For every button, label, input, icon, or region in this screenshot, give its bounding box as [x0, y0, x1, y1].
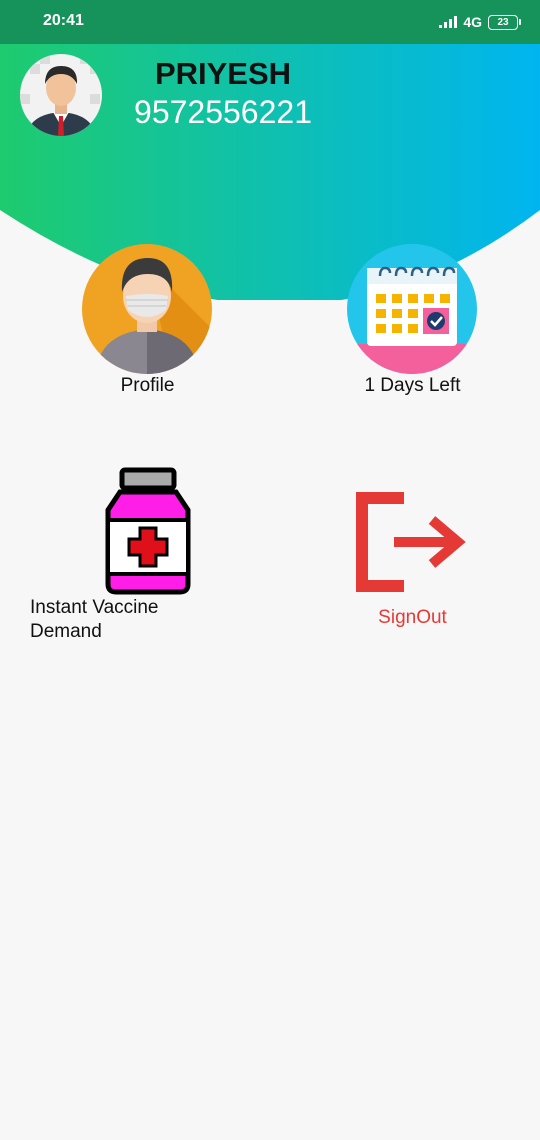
- status-time: 20:41: [43, 12, 84, 29]
- instant-vaccine-demand-button[interactable]: Instant Vaccine Demand: [28, 466, 228, 646]
- profile-button[interactable]: Profile: [60, 242, 235, 402]
- masked-person-icon: [82, 244, 212, 374]
- signout-button[interactable]: SignOut: [340, 490, 490, 640]
- network-type: 4G: [463, 14, 482, 30]
- instant-vaccine-demand-label: Instant Vaccine Demand: [30, 597, 159, 642]
- calendar-icon: [347, 244, 477, 374]
- days-left-label: 1 Days Left: [364, 375, 461, 396]
- exit-icon: [356, 492, 466, 592]
- medicine-bottle-icon: [105, 467, 191, 595]
- days-left-button[interactable]: 1 Days Left: [330, 242, 495, 402]
- signout-label: SignOut: [378, 607, 447, 628]
- battery-icon: 23: [488, 14, 521, 30]
- signal-icon: [439, 16, 458, 28]
- user-name: PRIYESH: [154, 56, 292, 91]
- user-avatar-icon: [20, 54, 102, 136]
- user-phone: 9572556221: [134, 94, 312, 130]
- status-bar: 20:41 4G 23: [0, 0, 540, 44]
- user-avatar[interactable]: [20, 54, 102, 136]
- profile-label: Profile: [120, 375, 175, 396]
- status-icons: 4G 23: [439, 12, 521, 32]
